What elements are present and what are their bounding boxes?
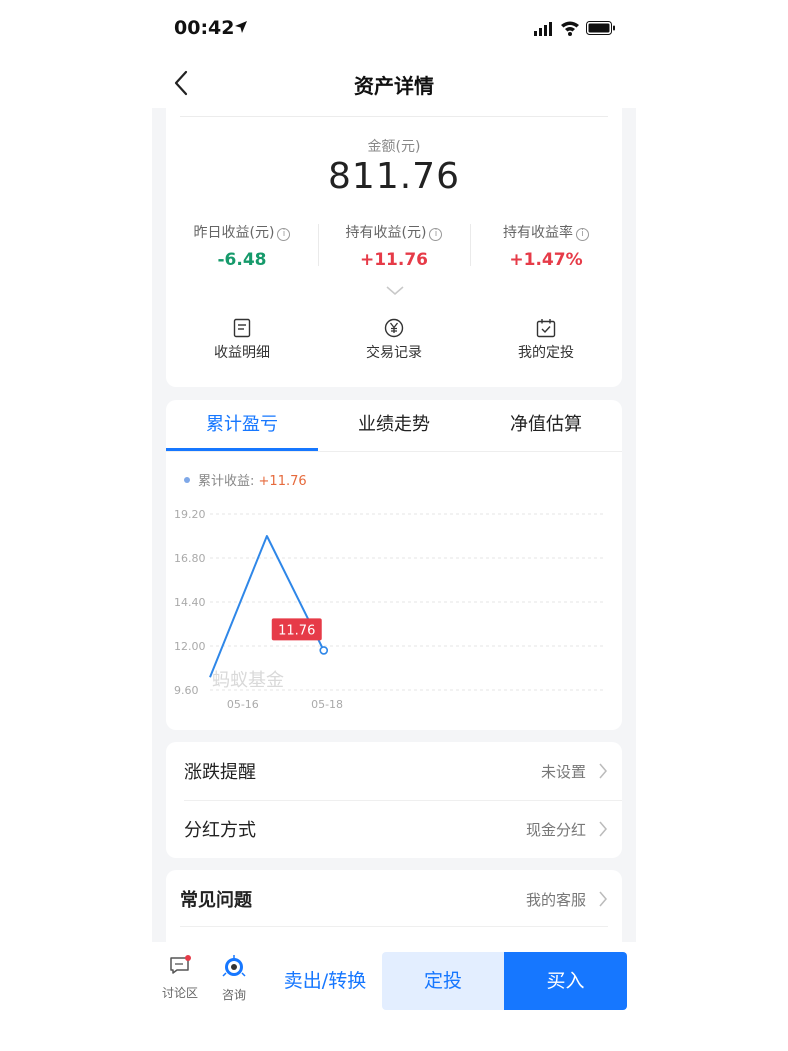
stat-value: +11.76 [359,250,429,270]
phone-screen: 00:42 资产详情 金额(元) 811.76 昨日收益(元) i -6.48 … [152,0,636,1051]
battery-icon [586,21,615,35]
watermark-text: 蚂蚁基金 [212,670,284,691]
chevron-right-icon [599,763,607,779]
legend-dot [184,477,190,483]
y-tick-label: 9.60 [174,684,199,697]
faq-title: 常见问题 [180,890,252,911]
x-tick-label: 05-18 [311,698,343,711]
data-point [319,646,329,655]
tab-performance[interactable]: 业绩走势 [318,400,470,452]
amount-value: 811.76 [328,156,460,197]
action-label: 交易记录 [366,345,422,361]
row-dividend-method[interactable]: 分红方式 现金分红 [166,800,622,858]
tab-nav-estimate[interactable]: 净值估算 [470,400,622,452]
action-trade-records[interactable]: 交易记录 [318,318,470,362]
forum-label: 讨论区 [161,986,198,1000]
action-income-detail[interactable]: 收益明细 [166,318,318,362]
asset-summary-card: 金额(元) 811.76 昨日收益(元) i -6.48 持有收益(元) i +11… [166,108,622,387]
faq-card: 常见问题 我的客服 [166,870,622,942]
cumulative-pl-chart[interactable]: 19.20 16.80 14.40 12.00 9.60 05-16 05-18 蚂蚁基金 11… [166,500,622,725]
y-tick-label: 12.00 [174,640,206,653]
stat-value: +1.47% [509,250,583,270]
auto-invest-button[interactable]: 定投 [382,952,504,1010]
action-label: 我的定投 [518,345,574,361]
wifi-icon [561,21,579,36]
y-tick-label: 14.40 [174,596,206,609]
chat-icon [170,955,191,974]
consult-button[interactable]: 咨询 [214,954,254,1003]
document-icon [233,318,251,338]
status-time: 00:42 [174,17,235,39]
scroll-content[interactable]: 金额(元) 811.76 昨日收益(元) i -6.48 持有收益(元) i +11… [152,108,636,942]
divider [180,926,608,927]
y-tick-label: 19.20 [174,508,206,521]
row-price-alert[interactable]: 涨跌提醒 未设置 [166,742,622,801]
stat-holding-profit: 持有收益(元) i +11.76 [318,222,470,270]
nav-bar: 资产详情 [152,58,636,108]
stat-holding-rate: 持有收益率 i +1.47% [470,222,622,270]
series-line [209,535,325,678]
tooltip-label: 11.76 [278,623,315,638]
yuan-icon [384,318,404,338]
stat-label: 昨日收益(元) [193,225,275,241]
chart-legend: 累计收益: +11.76 [184,470,307,489]
forum-button[interactable]: 讨论区 [160,954,200,1001]
robot-assistant-icon [222,955,246,977]
signal-icon [534,22,552,36]
chart-tabs: 累计盈亏 业绩走势 净值估算 [166,400,622,452]
stat-yesterday: 昨日收益(元) i -6.48 [166,222,318,270]
stat-label: 持有收益(元) [345,225,427,241]
row-label: 涨跌提醒 [184,762,256,783]
status-bar: 00:42 [152,0,636,58]
buy-button[interactable]: 买入 [504,952,627,1010]
bottom-action-bar: 讨论区 咨询 卖出/转换 定投 买入 [152,942,636,1051]
legend-label: 累计收益: [198,474,255,489]
settings-card: 涨跌提醒 未设置 分红方式 现金分红 [166,742,622,858]
chevron-down-icon[interactable] [386,286,404,296]
row-value: 现金分红 [525,821,586,839]
row-label: 分红方式 [184,820,256,841]
divider [180,116,608,117]
stat-value: -6.48 [217,250,267,270]
chevron-right-icon [599,821,607,837]
calendar-check-icon [536,319,556,338]
amount-label: 金额(元) [367,139,421,155]
stat-label: 持有收益率 [503,225,573,241]
sell-convert-button[interactable]: 卖出/转换 [270,952,380,1010]
info-icon[interactable]: i [576,228,589,241]
chevron-right-icon[interactable] [598,890,608,908]
location-arrow-icon [235,21,247,33]
action-label: 收益明细 [214,345,270,361]
x-tick-label: 05-16 [227,698,259,711]
info-icon[interactable]: i [277,228,291,241]
action-my-auto-invest[interactable]: 我的定投 [470,318,622,362]
y-tick-label: 16.80 [174,552,206,565]
legend-value: +11.76 [258,474,307,489]
chart-card: 累计盈亏 业绩走势 净值估算 累计收益: +11.76 19.20 16.80 14… [166,400,622,730]
row-value: 未设置 [540,763,586,781]
tab-cumulative-pl[interactable]: 累计盈亏 [166,400,318,452]
tab-underline [166,448,318,451]
customer-service-link[interactable]: 我的客服 [526,889,586,910]
consult-label: 咨询 [221,988,246,1002]
info-icon[interactable]: i [429,228,443,241]
page-title: 资产详情 [354,74,434,98]
